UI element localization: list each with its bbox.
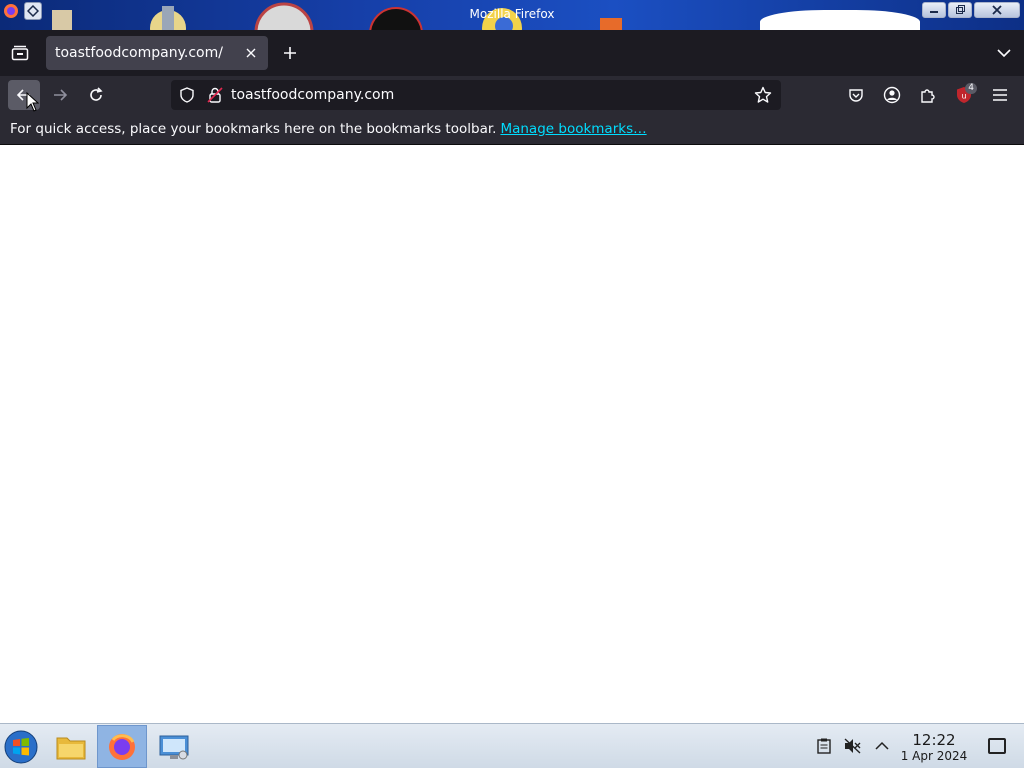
page-content-area[interactable] [0,145,1024,723]
pocket-button[interactable] [841,80,871,110]
chevron-up-icon [875,741,889,750]
windows-orb-icon [4,730,38,764]
mouse-cursor-icon [26,92,40,112]
tray-expand-button[interactable] [873,737,891,755]
taskbar-firefox[interactable] [97,725,147,768]
taskbar-clock[interactable]: 12:22 1 Apr 2024 [896,731,972,763]
ublock-extension-button[interactable]: u 4 [949,80,979,110]
taskbar: 12:22 1 Apr 2024 [0,723,1024,768]
tracking-protection-button[interactable] [177,87,197,103]
extension-badge: 4 [965,83,977,94]
clipboard-tray-button[interactable] [815,737,833,755]
firefox-view-button[interactable] [8,42,32,64]
start-button[interactable] [4,730,38,764]
lock-insecure-icon [207,87,223,103]
manage-bookmarks-link[interactable]: Manage bookmarks… [500,121,646,137]
address-bar[interactable]: toastfoodcompany.com [171,80,781,110]
arrow-right-icon [54,89,68,101]
show-desktop-button[interactable] [988,738,1006,754]
volume-muted-icon [844,738,861,754]
bookmark-star-button[interactable] [751,86,775,104]
tab-close-button[interactable] [240,42,262,64]
folder-icon [56,737,86,759]
window-title: Mozilla Firefox [469,7,555,21]
reload-icon [90,87,103,101]
navigation-toolbar: toastfoodcompany.com u 4 [0,76,1024,114]
list-all-tabs-button[interactable] [992,42,1016,64]
tab-label: toastfoodcompany.com/ [55,45,223,61]
close-button[interactable] [974,2,1020,18]
hamburger-menu-icon [993,89,1007,101]
tab-active[interactable]: toastfoodcompany.com/ [46,36,268,70]
puzzle-piece-icon [921,89,935,103]
close-icon [246,48,256,58]
plus-icon [284,47,296,59]
svg-text:u: u [961,92,966,101]
window-titlebar[interactable]: Mozilla Firefox [0,0,1024,30]
bookmarks-toolbar: For quick access, place your bookmarks h… [0,114,1024,145]
clock-date: 1 Apr 2024 [900,749,968,763]
volume-tray-button[interactable] [844,737,862,755]
new-tab-button[interactable] [278,42,302,64]
reload-button[interactable] [80,80,112,110]
tab-strip: toastfoodcompany.com/ [0,30,1024,76]
taskbar-file-manager[interactable] [46,725,96,768]
taskbar-control-panel[interactable] [149,725,199,768]
account-icon [883,86,901,104]
window-controls [922,2,1020,18]
url-text[interactable]: toastfoodcompany.com [231,87,751,103]
bookmarks-empty-message: For quick access, place your bookmarks h… [10,121,497,137]
pocket-icon [849,89,863,102]
app-menu-button[interactable] [985,80,1015,110]
minimize-button[interactable] [922,2,946,18]
clipboard-icon [817,738,831,754]
clock-time: 12:22 [912,731,956,749]
control-panel-icon [159,735,189,759]
firefox-view-icon [11,45,29,61]
chevron-down-icon [997,49,1011,58]
shield-icon [180,87,194,103]
site-identity-button[interactable] [205,87,225,103]
account-button[interactable] [877,80,907,110]
forward-button[interactable] [44,80,76,110]
extensions-button[interactable] [913,80,943,110]
maximize-button[interactable] [948,2,972,18]
star-icon [754,86,772,103]
firefox-icon [109,733,135,760]
